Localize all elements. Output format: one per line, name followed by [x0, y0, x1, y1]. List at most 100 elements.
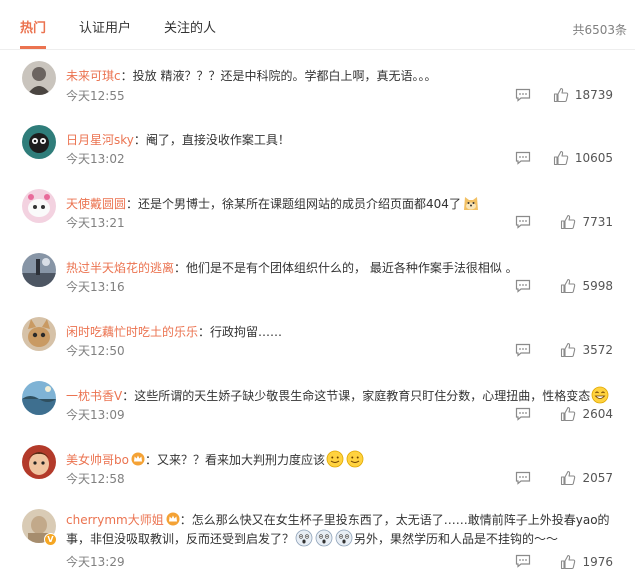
reply-icon[interactable] [515, 471, 531, 485]
thumbs-up-icon [561, 342, 576, 358]
user-avatar[interactable] [22, 317, 56, 351]
reply-icon[interactable] [515, 151, 531, 165]
comment-text-line-2: 事，非但没吸取教训，反而还受到启发了？ 另外，果然学历和人品是不挂钩的～～ [66, 529, 625, 549]
like-count: 7731 [582, 215, 613, 229]
crown-icon [131, 452, 145, 466]
like-button[interactable]: 2604 [560, 405, 613, 423]
like-button[interactable]: 1976 [560, 553, 613, 571]
user-avatar[interactable] [22, 61, 56, 95]
comment-text: 事，非但没吸取教训，反而还受到启发了？ [66, 532, 295, 546]
comment-item: 未来可琪c：投放 精液？？？还是中科院的。学都白上啊，真无语。。。 今天12:5… [0, 54, 635, 118]
shocked-emoji-icon [295, 529, 313, 547]
comment-time: 今天12:50 [66, 344, 125, 358]
colon: ： [133, 133, 146, 147]
shocked-emoji-icon [315, 529, 333, 547]
comment-item: 热过半天焰花的逃离：他们是不是有个团体组织什么的， 最近各种作案手法很相似 。 … [0, 246, 635, 310]
user-avatar[interactable] [22, 253, 56, 287]
comment-time: 今天12:58 [66, 472, 125, 486]
like-button[interactable]: 2057 [560, 469, 613, 487]
like-count: 1976 [582, 555, 613, 569]
tab-active-indicator [20, 46, 46, 49]
grin-emoji-icon [346, 450, 364, 468]
comment-text-line: 一枕书香V：这些所谓的天生娇子缺少敬畏生命这节课，家庭教育只盯住分数，心理扭曲，… [66, 386, 625, 406]
thumbs-up-icon [553, 87, 569, 103]
like-button[interactable]: 18739 [553, 86, 613, 104]
thumbs-up-icon [561, 278, 576, 294]
thumbs-up-icon [561, 406, 576, 422]
comment-text: 阉了，直接没收作案工具！ [145, 133, 290, 147]
doge-emoji-icon [463, 197, 478, 210]
like-button[interactable]: 7731 [560, 213, 613, 231]
comment-tabs: 热门 认证用户 关注的人 共6503条 [0, 0, 635, 50]
comment-text-line: cherrymm大师姐 ：怎么那么快又在女生杯子里投东西了，太无语了……敢情前阵子… [66, 510, 625, 530]
tab-verified-users[interactable]: 认证用户 [79, 20, 131, 38]
user-avatar[interactable] [22, 381, 56, 415]
thumbs-up-icon [561, 470, 576, 486]
comment-text-line: 天使戴圆圆：还是个男博士，徐某所在课题组网站的成员介绍页面都404了 [66, 194, 625, 214]
thumbs-up-icon [561, 554, 576, 570]
shocked-emoji-icon [335, 529, 353, 547]
like-button[interactable]: 10605 [553, 149, 613, 167]
colon: ： [144, 453, 157, 467]
laugh-emoji-icon [591, 386, 609, 404]
comment-text: 投放 精液？？？还是中科院的。学都白上啊，真无语。。。 [132, 69, 437, 83]
reply-icon[interactable] [515, 407, 531, 421]
comment-text: 又来？？看来加大判刑力度应该 [156, 453, 325, 467]
like-count: 10605 [574, 151, 613, 165]
user-avatar[interactable] [22, 125, 56, 159]
colon: ： [122, 389, 135, 403]
reply-icon[interactable] [515, 554, 531, 568]
crown-icon [166, 512, 180, 526]
user-avatar[interactable] [22, 189, 56, 223]
comment-username[interactable]: 热过半天焰花的逃离 [66, 261, 174, 275]
comment-item: 天使戴圆圆：还是个男博士，徐某所在课题组网站的成员介绍页面都404了 今天13:… [0, 182, 635, 246]
comment-item: 美女帅哥bo ：又来？？看来加大判刑力度应该 今天12:58 2057 [0, 438, 635, 502]
comment-username[interactable]: 美女帅哥bo [66, 453, 129, 467]
like-button[interactable]: 5998 [560, 277, 613, 295]
comment-username[interactable]: cherrymm大师姐 [66, 513, 164, 527]
reply-icon[interactable] [515, 88, 531, 102]
tab-hot[interactable]: 热门 [20, 20, 46, 38]
total-count: 共6503条 [572, 23, 627, 37]
reply-icon[interactable] [515, 279, 531, 293]
colon: ： [120, 69, 133, 83]
thumbs-up-icon [561, 214, 576, 230]
comment-time: 今天12:55 [66, 89, 125, 103]
comment-username[interactable]: 一枕书香V [66, 389, 122, 403]
like-count: 3572 [582, 343, 613, 357]
comment-username[interactable]: 日月星河sky [66, 133, 134, 147]
comment-text: 他们是不是有个团体组织什么的， 最近各种作案手法很相似 。 [186, 261, 518, 275]
comment-text: 另外，果然学历和人品是不挂钩的～～ [354, 532, 559, 546]
tab-following[interactable]: 关注的人 [164, 20, 216, 38]
comment-text: 怎么那么快又在女生杯子里投东西了，太无语了……敢情前阵子上外投春yao的 [191, 513, 610, 527]
reply-icon[interactable] [515, 215, 531, 229]
comment-time: 今天13:29 [66, 555, 125, 569]
comment-item: 一枕书香V：这些所谓的天生娇子缺少敬畏生命这节课，家庭教育只盯住分数，心理扭曲，… [0, 374, 635, 438]
grin-emoji-icon [326, 450, 344, 468]
colon: ： [174, 261, 187, 275]
comment-time: 今天13:21 [66, 216, 125, 230]
colon: ： [198, 325, 211, 339]
comment-text: 还是个男博士，徐某所在课题组网站的成员介绍页面都404了 [138, 197, 461, 211]
comment-username[interactable]: 闲时吃藕忙时吃土的乐乐 [66, 325, 198, 339]
comment-time: 今天13:02 [66, 152, 125, 166]
like-count: 2604 [582, 407, 613, 421]
like-count: 5998 [582, 279, 613, 293]
user-avatar[interactable] [22, 445, 56, 479]
comment-text-line: 未来可琪c：投放 精液？？？还是中科院的。学都白上啊，真无语。。。 [66, 66, 625, 86]
comment-username[interactable]: 未来可琪c [66, 69, 121, 83]
reply-icon[interactable] [515, 343, 531, 357]
verified-badge: V [44, 533, 57, 546]
comment-text: 这些所谓的天生娇子缺少敬畏生命这节课，家庭教育只盯住分数，心理扭曲，性格变态 [134, 389, 591, 403]
comment-text: 行政拘留…… [210, 325, 283, 339]
colon: ： [179, 513, 192, 527]
comment-text-line: 闲时吃藕忙时吃土的乐乐：行政拘留…… [66, 322, 625, 342]
comment-time: 今天13:16 [66, 280, 125, 294]
comment-time: 今天13:09 [66, 408, 125, 422]
comment-username[interactable]: 天使戴圆圆 [66, 197, 126, 211]
comment-item: 日月星河sky：阉了，直接没收作案工具！ 今天13:02 10605 [0, 118, 635, 182]
like-button[interactable]: 3572 [560, 341, 613, 359]
like-count: 2057 [582, 471, 613, 485]
colon: ： [126, 197, 139, 211]
comment-item: 闲时吃藕忙时吃土的乐乐：行政拘留…… 今天12:50 3572 [0, 310, 635, 374]
